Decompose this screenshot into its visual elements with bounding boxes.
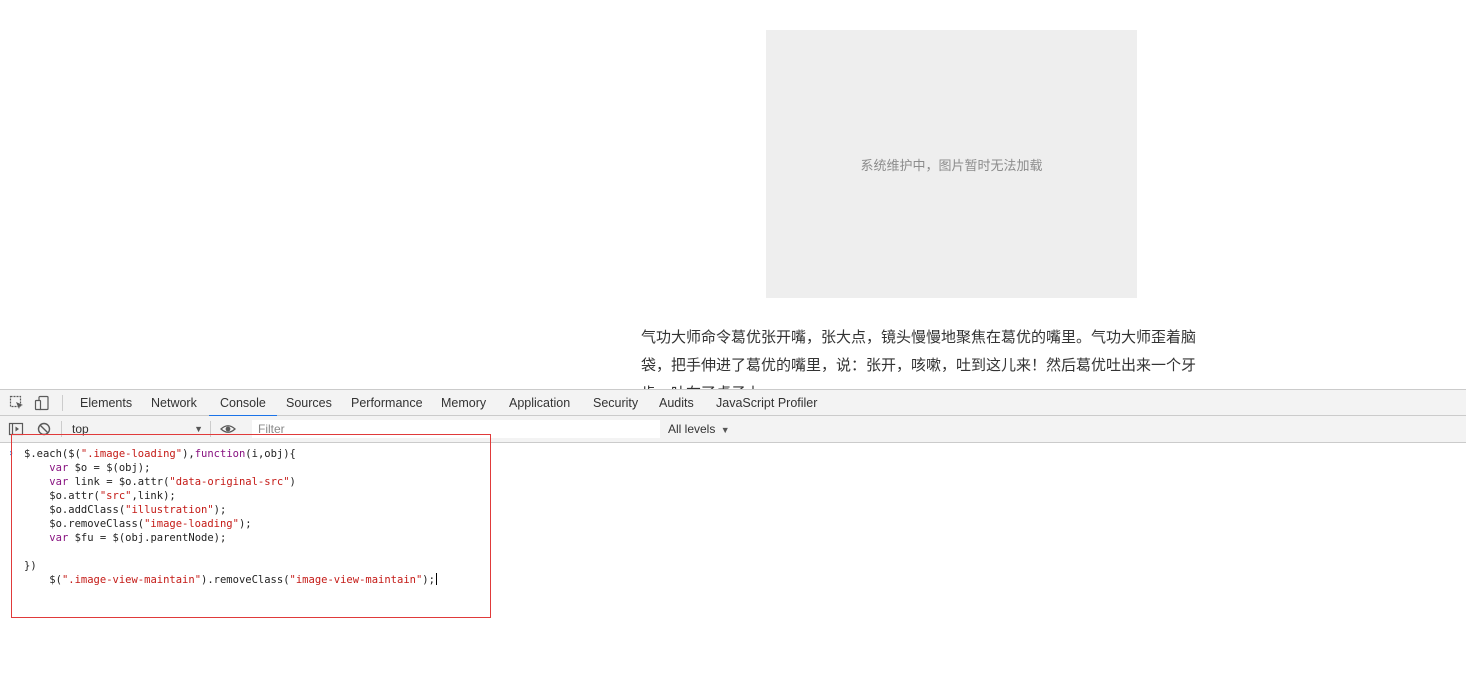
clear-console-icon[interactable] (36, 421, 52, 437)
tab-audits[interactable]: Audits (648, 390, 705, 416)
live-expression-eye-icon[interactable] (220, 421, 236, 437)
device-toolbar-icon[interactable] (34, 395, 50, 411)
tab-security[interactable]: Security (582, 390, 649, 416)
inspect-element-icon[interactable] (9, 395, 25, 411)
dropdown-arrow-icon: ▼ (720, 425, 730, 435)
tab-application[interactable]: Application (498, 390, 581, 416)
tab-performance[interactable]: Performance (340, 390, 434, 416)
image-placeholder: 系统维护中，图片暂时无法加载 (766, 30, 1137, 298)
image-placeholder-text: 系统维护中，图片暂时无法加载 (860, 158, 1043, 174)
prompt-chevron-icon: › (8, 448, 15, 459)
code-line: var link = $o.attr("data-original-src") (49, 476, 296, 488)
console-toolbar: top ▼ All levels ▼ (0, 416, 1466, 443)
devtools-panel: Elements Network Console Sources Perform… (0, 389, 1466, 686)
page-viewport: 系统维护中，图片暂时无法加载 气功大师命令葛优张开嘴，张大点，镜头慢慢地聚焦在葛… (0, 0, 1466, 389)
tab-sources[interactable]: Sources (275, 390, 343, 416)
code-line: var $fu = $(obj.parentNode); (49, 532, 227, 544)
dropdown-arrow-icon: ▼ (194, 424, 203, 434)
code-line: var $o = $(obj); (49, 462, 151, 474)
tab-console[interactable]: Console (209, 390, 277, 417)
log-levels-dropdown[interactable]: All levels ▼ (668, 420, 730, 438)
toolbar-separator (61, 421, 62, 437)
code-line: $(".image-view-maintain").removeClass("i… (24, 573, 437, 586)
tab-separator (62, 395, 63, 411)
article-line: 齿，吐在了桌子上 (641, 379, 1251, 389)
article-text: 气功大师命令葛优张开嘴，张大点，镜头慢慢地聚焦在葛优的嘴里。气功大师歪着脑 袋，… (641, 323, 1251, 389)
code-line: $.each($(".image-loading"),function(i,ob… (24, 448, 296, 460)
article-line: 气功大师命令葛优张开嘴，张大点，镜头慢慢地聚焦在葛优的嘴里。气功大师歪着脑 (641, 328, 1197, 346)
code-line: $o.removeClass("image-loading"); (24, 518, 252, 530)
article-line: 袋，把手伸进了葛优的嘴里，说：张开，咳嗽，吐到这儿来！然后葛优吐出来一个牙 (641, 356, 1197, 374)
log-levels-label: All levels (668, 422, 716, 436)
tab-memory[interactable]: Memory (430, 390, 497, 416)
execution-context-select[interactable]: top ▼ (67, 420, 207, 438)
code-line: $o.addClass("illustration"); (24, 504, 227, 516)
show-console-sidebar-icon[interactable] (8, 421, 24, 437)
console-input-code[interactable]: $.each($(".image-loading"),function(i,ob… (24, 447, 437, 587)
screen: 系统维护中，图片暂时无法加载 气功大师命令葛优张开嘴，张大点，镜头慢慢地聚焦在葛… (0, 0, 1466, 686)
tab-elements[interactable]: Elements (69, 390, 143, 416)
context-value: top (72, 422, 89, 436)
toolbar-separator (210, 421, 211, 437)
text-caret (435, 573, 437, 585)
devtools-tab-bar: Elements Network Console Sources Perform… (0, 389, 1466, 417)
filter-input[interactable] (252, 420, 660, 438)
tab-javascript-profiler[interactable]: JavaScript Profiler (705, 390, 828, 416)
tab-network[interactable]: Network (140, 390, 208, 416)
code-line: }) (24, 560, 37, 572)
code-line: $o.attr("src",link); (24, 490, 176, 502)
console-output[interactable]: › $.each($(".image-loading"),function(i,… (0, 443, 1466, 686)
